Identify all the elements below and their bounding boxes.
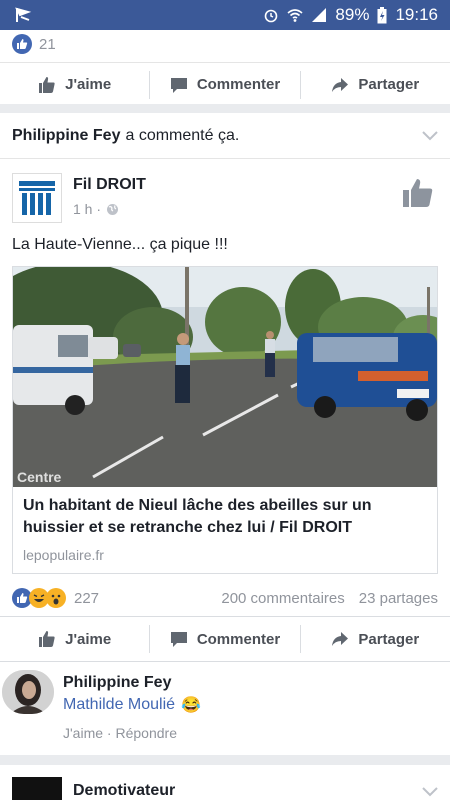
page-like-thumb-icon[interactable]: [402, 177, 434, 209]
wifi-icon: [287, 9, 303, 22]
comment-reply-link[interactable]: Répondre: [115, 725, 177, 741]
previous-post-likes[interactable]: 21: [0, 30, 450, 58]
page-name[interactable]: Fil DROIT: [73, 176, 146, 194]
comment-body: Mathilde Moulié 😂: [63, 695, 201, 715]
post-card: Philippine Fey a commenté ça. Fil DROIT …: [0, 113, 450, 755]
chevron-down-icon[interactable]: [422, 131, 438, 141]
reaction-count: 227: [74, 589, 100, 607]
comment-button[interactable]: Commenter: [149, 70, 299, 99]
thumbs-up-icon: [39, 631, 55, 647]
comment-author[interactable]: Philippine Fey: [63, 674, 171, 692]
avatar-photo: [2, 670, 54, 714]
wow-reaction-icon: [46, 588, 66, 608]
comments-count[interactable]: 200 commentaires: [221, 590, 344, 607]
like-reaction-icon: [12, 34, 32, 54]
like-button[interactable]: J'aime: [0, 71, 149, 99]
status-bar: 89% 19:16: [0, 0, 450, 30]
next-page-name[interactable]: Demotivateur: [73, 782, 175, 800]
share-button-label: Partager: [358, 630, 420, 648]
post-text: La Haute-Vienne... ça pique !!!: [12, 236, 228, 253]
like-button[interactable]: J'aime: [0, 625, 149, 653]
post-time-text: 1 h ·: [73, 201, 102, 217]
signal-icon: [312, 8, 327, 22]
like-button-label: J'aime: [65, 76, 112, 93]
previous-post-card: 21 J'aime Commenter Partager: [0, 30, 450, 104]
divider: [0, 661, 450, 662]
link-title[interactable]: Un habitant de Nieul lâche des abeilles …: [13, 487, 437, 539]
thumbs-up-icon: [39, 76, 55, 93]
comment-actions: J'aime · Répondre: [63, 725, 177, 741]
link-preview[interactable]: Centre Un habitant de Nieul lâche des ab…: [12, 266, 438, 574]
road-scene-image: Centre: [13, 267, 437, 487]
previous-post-action-bar: J'aime Commenter Partager: [0, 62, 450, 106]
share-button-label: Partager: [358, 76, 420, 93]
globe-icon: [107, 203, 119, 215]
notice-text: a commenté ça.: [125, 126, 240, 144]
post-timestamp[interactable]: 1 h ·: [73, 201, 119, 217]
status-time: 19:16: [395, 5, 438, 24]
alarm-icon: [265, 9, 278, 23]
comment-button[interactable]: Commenter: [149, 625, 299, 653]
post-action-bar: J'aime Commenter Partager: [0, 617, 450, 661]
reaction-summary[interactable]: 227: [12, 588, 99, 608]
post-stats: 227 200 commentaires 23 partages: [12, 585, 438, 611]
chevron-down-icon[interactable]: [422, 787, 438, 797]
comment-bubble-icon: [170, 632, 187, 647]
shares-count[interactable]: 23 partages: [359, 590, 438, 607]
flag-notification-icon: [15, 7, 32, 22]
next-post-card: Demotivateur: [0, 765, 450, 800]
comment-bubble-icon: [170, 77, 187, 93]
share-button[interactable]: Partager: [299, 625, 450, 653]
laughing-emoji: 😂: [181, 697, 201, 714]
image-watermark: Centre: [17, 469, 62, 485]
battery-percent: 89%: [335, 5, 370, 24]
comment-avatar[interactable]: [2, 670, 54, 714]
share-arrow-icon: [332, 632, 349, 646]
previous-post-like-count: 21: [39, 35, 56, 53]
mentioned-user[interactable]: Mathilde Moulié: [63, 696, 175, 714]
link-domain: lepopulaire.fr: [23, 547, 104, 563]
like-button-label: J'aime: [65, 630, 112, 648]
share-button[interactable]: Partager: [299, 70, 450, 99]
share-arrow-icon: [332, 77, 349, 92]
comment-button-label: Commenter: [196, 76, 281, 93]
comment-notice[interactable]: Philippine Fey a commenté ça.: [0, 113, 450, 159]
post-header: Fil DROIT 1 h ·: [0, 159, 450, 223]
next-page-logo[interactable]: [12, 777, 62, 800]
fil-droit-logo-icon: [19, 181, 55, 215]
comment-like-link[interactable]: J'aime: [63, 725, 103, 741]
battery-icon: [377, 6, 387, 23]
comment-button-label: Commenter: [196, 630, 281, 648]
notice-user[interactable]: Philippine Fey: [12, 127, 120, 145]
link-preview-image[interactable]: Centre: [13, 267, 437, 487]
comment-action-separator: ·: [103, 725, 116, 741]
page-logo[interactable]: [12, 173, 62, 223]
